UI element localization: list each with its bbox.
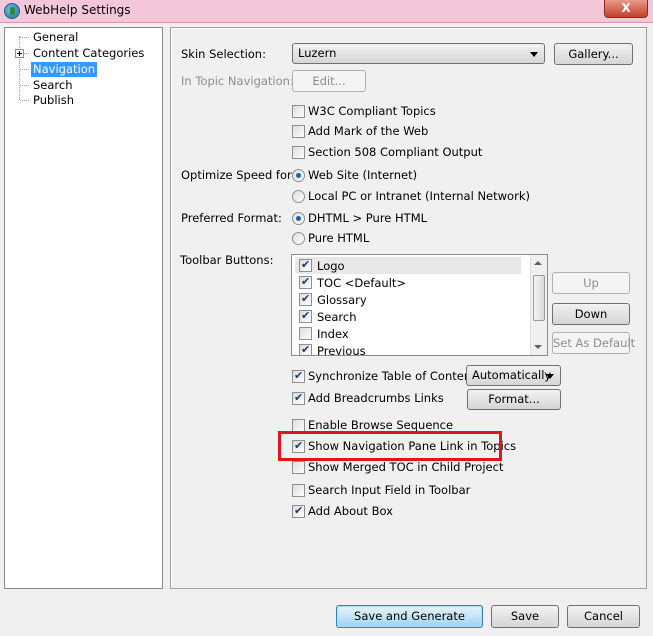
toolbar-glossary-checkbox[interactable] <box>299 292 312 306</box>
title-bar: WebHelp Settings X <box>0 0 653 23</box>
pure-html-radio[interactable] <box>292 232 305 245</box>
skin-selection-label: Skin Selection: <box>181 47 266 61</box>
toolbar-search-checkbox[interactable] <box>299 309 312 323</box>
synchronize-toc-checkbox[interactable] <box>292 369 305 383</box>
tree-connector <box>20 100 29 101</box>
synchronize-toc-label: Synchronize Table of Contents <box>308 369 482 383</box>
in-topic-navigation-label: In Topic Navigation: <box>181 74 294 88</box>
list-item-label: Previous <box>317 344 366 356</box>
settings-tree: General Content Categories Navigation Se… <box>4 27 163 589</box>
list-item[interactable]: Logo <box>295 257 521 274</box>
section-508-label: Section 508 Compliant Output <box>308 145 483 159</box>
local-pc-label: Local PC or Intranet (Internal Network) <box>308 189 530 203</box>
w3c-compliant-checkbox[interactable] <box>292 105 305 118</box>
gallery-button[interactable]: Gallery... <box>554 43 633 65</box>
optimize-speed-label: Optimize Speed for: <box>181 168 296 182</box>
tree-item-general[interactable]: General <box>31 30 80 45</box>
cancel-button[interactable]: Cancel <box>567 605 640 628</box>
list-item[interactable]: Index <box>295 325 521 342</box>
toolbar-index-checkbox[interactable] <box>299 327 312 340</box>
browse-sequence-label: Enable Browse Sequence <box>308 418 454 432</box>
toolbar-toc-checkbox[interactable] <box>299 275 312 289</box>
chevron-down-icon <box>546 374 554 379</box>
toolbar-buttons-list[interactable]: Logo TOC <Default> Glossary Search Index… <box>291 254 548 356</box>
highlight-annotation-box <box>278 431 502 461</box>
mark-of-the-web-label: Add Mark of the Web <box>308 124 429 138</box>
toolbar-logo-checkbox[interactable] <box>299 258 312 272</box>
edit-in-topic-button[interactable]: Edit... <box>292 70 366 92</box>
pure-html-label: Pure HTML <box>308 231 370 245</box>
skin-selection-dropdown[interactable]: Luzern <box>292 43 545 64</box>
dhtml-radio[interactable] <box>292 212 305 225</box>
tree-connector <box>24 53 29 54</box>
local-pc-radio[interactable] <box>292 190 305 203</box>
format-breadcrumbs-button[interactable]: Format... <box>467 389 561 410</box>
preferred-format-label: Preferred Format: <box>181 211 282 225</box>
breadcrumbs-label: Add Breadcrumbs Links <box>308 391 444 405</box>
scroll-down-arrow-icon[interactable] <box>534 345 542 349</box>
window-title: WebHelp Settings <box>24 3 131 17</box>
show-merged-toc-checkbox[interactable] <box>292 461 305 474</box>
move-up-button[interactable]: Up <box>552 272 630 294</box>
save-button[interactable]: Save <box>491 605 559 628</box>
web-site-label: Web Site (Internet) <box>308 168 418 182</box>
tree-connector <box>20 85 29 86</box>
synchronize-mode-dropdown[interactable]: Automatically <box>466 365 561 386</box>
list-item[interactable]: Search <box>295 308 521 325</box>
tree-connector <box>20 37 29 38</box>
chevron-down-icon <box>530 52 538 57</box>
list-item-label: Search <box>317 310 357 324</box>
close-window-button[interactable]: X <box>604 0 648 18</box>
scroll-up-arrow-icon[interactable] <box>534 261 542 265</box>
search-input-field-label: Search Input Field in Toolbar <box>308 483 471 497</box>
save-and-generate-button[interactable]: Save and Generate <box>336 605 483 628</box>
scrollbar-thumb[interactable] <box>533 275 545 321</box>
tree-item-search[interactable]: Search <box>31 78 75 93</box>
move-down-button[interactable]: Down <box>552 303 630 325</box>
tree-item-navigation[interactable]: Navigation <box>31 62 98 77</box>
list-item-label: Logo <box>317 259 345 273</box>
tree-connector <box>19 36 20 100</box>
list-item[interactable]: Previous <box>295 342 521 356</box>
web-site-radio[interactable] <box>292 169 305 182</box>
list-item-label: Index <box>317 327 349 341</box>
show-merged-toc-label: Show Merged TOC in Child Project <box>308 460 504 474</box>
add-about-box-checkbox[interactable] <box>292 504 305 518</box>
search-input-field-checkbox[interactable] <box>292 484 305 497</box>
skin-selection-value: Luzern <box>298 46 337 60</box>
tree-item-publish[interactable]: Publish <box>31 93 76 108</box>
list-item[interactable]: Glossary <box>295 291 521 308</box>
webhelp-app-icon <box>4 3 20 19</box>
synchronize-mode-value: Automatically <box>472 368 552 382</box>
w3c-compliant-label: W3C Compliant Topics <box>308 104 436 118</box>
add-about-box-label: Add About Box <box>308 504 393 518</box>
set-as-default-button[interactable]: Set As Default <box>552 332 635 354</box>
section-508-checkbox[interactable] <box>292 146 305 159</box>
toolbar-list-scrollbar[interactable] <box>530 255 547 355</box>
list-item-label: Glossary <box>317 293 367 307</box>
list-item[interactable]: TOC <Default> <box>295 274 521 291</box>
expand-content-categories-icon[interactable] <box>15 49 24 58</box>
tree-connector <box>20 69 29 70</box>
dhtml-label: DHTML > Pure HTML <box>308 211 428 225</box>
toolbar-previous-checkbox[interactable] <box>299 343 312 355</box>
breadcrumbs-checkbox[interactable] <box>292 391 305 405</box>
toolbar-buttons-label: Toolbar Buttons: <box>180 253 274 267</box>
list-item-label: TOC <Default> <box>317 276 407 290</box>
tree-item-content-categories[interactable]: Content Categories <box>31 46 146 61</box>
mark-of-the-web-checkbox[interactable] <box>292 125 305 138</box>
